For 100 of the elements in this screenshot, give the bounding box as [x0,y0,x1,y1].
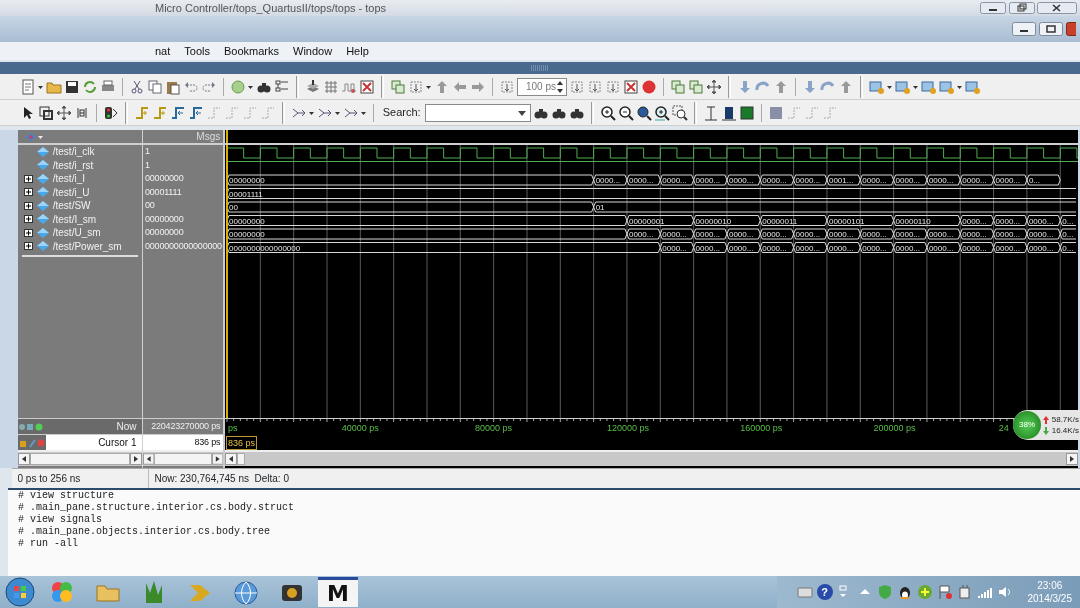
save-icon[interactable] [64,78,80,95]
upload-arrow-icon [1043,415,1049,424]
close-button[interactable] [1037,2,1078,14]
bar-marker-icon[interactable] [721,104,738,121]
horizontal-scrollbar[interactable] [143,450,223,466]
object-menu-icon[interactable] [24,130,44,143]
signal-name[interactable]: /test/i_U [52,184,90,200]
bus-value: 0000... [762,176,787,185]
expand-toggle[interactable] [24,214,36,225]
flag-icon[interactable] [936,584,953,600]
transcript-line: # run -all [18,538,79,550]
scroll-left-icon[interactable] [225,453,237,465]
menu-item[interactable]: Bookmarks [224,42,279,60]
chip-icon[interactable] [688,78,704,95]
timeline-label: 160000 ps [740,422,781,435]
scroll-thumb[interactable] [237,453,245,465]
signal-name[interactable]: /test/i_clk [52,144,95,160]
signal-icon [36,213,50,226]
chip-icon[interactable] [670,78,686,95]
status-icons [18,421,44,432]
timeline-label: ps [228,422,238,435]
expand-toggle[interactable] [24,187,36,198]
expand-toggle[interactable] [24,200,36,211]
speaker-icon[interactable] [996,584,1013,600]
zoom-out-icon[interactable] [618,104,635,121]
move-icon[interactable] [706,78,722,95]
stack-icon[interactable] [305,78,321,95]
signal-name[interactable]: /test/I_sm [52,211,97,227]
taskbar-clock[interactable]: 23:06 2014/3/25 [1027,579,1072,605]
edge-icon[interactable] [152,104,168,121]
menu-item[interactable]: nat [155,42,171,60]
horizontal-scrollbar[interactable] [18,450,142,466]
copy-icon[interactable] [147,78,163,95]
search-field[interactable] [425,103,532,122]
zoom-cursor-icon[interactable] [654,104,671,121]
field-value: 100 [526,80,543,94]
stop-icon[interactable] [641,78,657,95]
edge-icon[interactable] [170,104,186,121]
step-icon[interactable] [499,78,515,95]
maximize-button[interactable] [1039,22,1063,36]
menu-item[interactable]: Window [293,42,333,60]
step-icon[interactable] [569,78,585,95]
scroll-left-icon[interactable] [143,453,155,465]
keyboard-icon[interactable] [796,586,813,598]
timeline-label: 24 [998,422,1009,435]
delete-icon[interactable] [359,78,375,95]
zoom-window-icon[interactable] [672,104,689,121]
zoom-full-icon[interactable] [636,104,653,121]
traffic-light-icon[interactable] [103,104,119,121]
delete-icon[interactable] [623,78,639,95]
scroll-right-icon[interactable] [211,453,223,465]
list-icon[interactable] [274,78,290,95]
square-icon[interactable] [768,104,785,121]
expand-toggle[interactable] [24,173,36,184]
bus-value: 0000... [962,243,987,253]
chip-icon[interactable] [390,78,406,95]
minimize-button[interactable] [1012,22,1036,36]
expand-toggle[interactable] [24,227,36,238]
taskbar-app-button[interactable]: M [318,577,358,607]
bus-value: 0000... [828,243,854,253]
zoom-box-icon[interactable] [38,104,54,121]
bus-value: 0001... [828,176,854,185]
time-step-field[interactable]: 100 ps [517,77,567,96]
restore-button[interactable] [1008,2,1035,14]
scroll-right-icon[interactable] [1066,453,1078,465]
marker-line-icon[interactable] [703,104,720,121]
step-icon[interactable] [605,78,621,95]
help-icon[interactable]: ? [816,584,833,600]
scroll-thumb[interactable] [154,453,212,465]
move-icon[interactable] [56,104,72,121]
minimize-button[interactable] [979,2,1006,14]
horizontal-scrollbar[interactable] [225,450,1078,466]
scroll-thumb[interactable] [30,453,130,465]
menu-item[interactable]: Tools [184,42,210,60]
signal-name[interactable]: /test/SW [52,198,91,214]
bus-value: 0000... [662,243,687,253]
signal-name[interactable]: /test/i_rst [52,157,94,173]
power-plug-icon[interactable] [956,584,973,600]
expand-toggle[interactable] [24,241,36,252]
scroll-left-icon[interactable] [18,453,30,465]
filled-square-icon[interactable] [739,104,756,121]
cursor-line [225,130,228,143]
signal-name[interactable]: /test/i_I [52,171,85,187]
edge-icon[interactable] [188,104,204,121]
grip-handle[interactable] [530,65,550,71]
edge-icon[interactable] [134,104,150,121]
zoom-in-icon[interactable] [600,104,617,121]
signal-name[interactable]: /test/Power_sm [52,238,122,254]
transcript-line: # view signals [18,514,103,526]
cursor-flag: 836 ps [226,435,258,450]
scissors-icon[interactable] [129,78,145,95]
step-icon[interactable] [587,78,603,95]
cursor-name-field[interactable]: Cursor 1 [46,435,142,450]
scroll-right-icon[interactable] [130,453,142,465]
percent-badge: 38% [1013,411,1041,439]
bus-value: 0000... [928,230,954,239]
menu-item[interactable]: Help [346,42,369,60]
signal-name[interactable]: /test/U_sm [52,225,101,241]
signal-icon [36,186,50,199]
start-button[interactable] [4,576,36,608]
